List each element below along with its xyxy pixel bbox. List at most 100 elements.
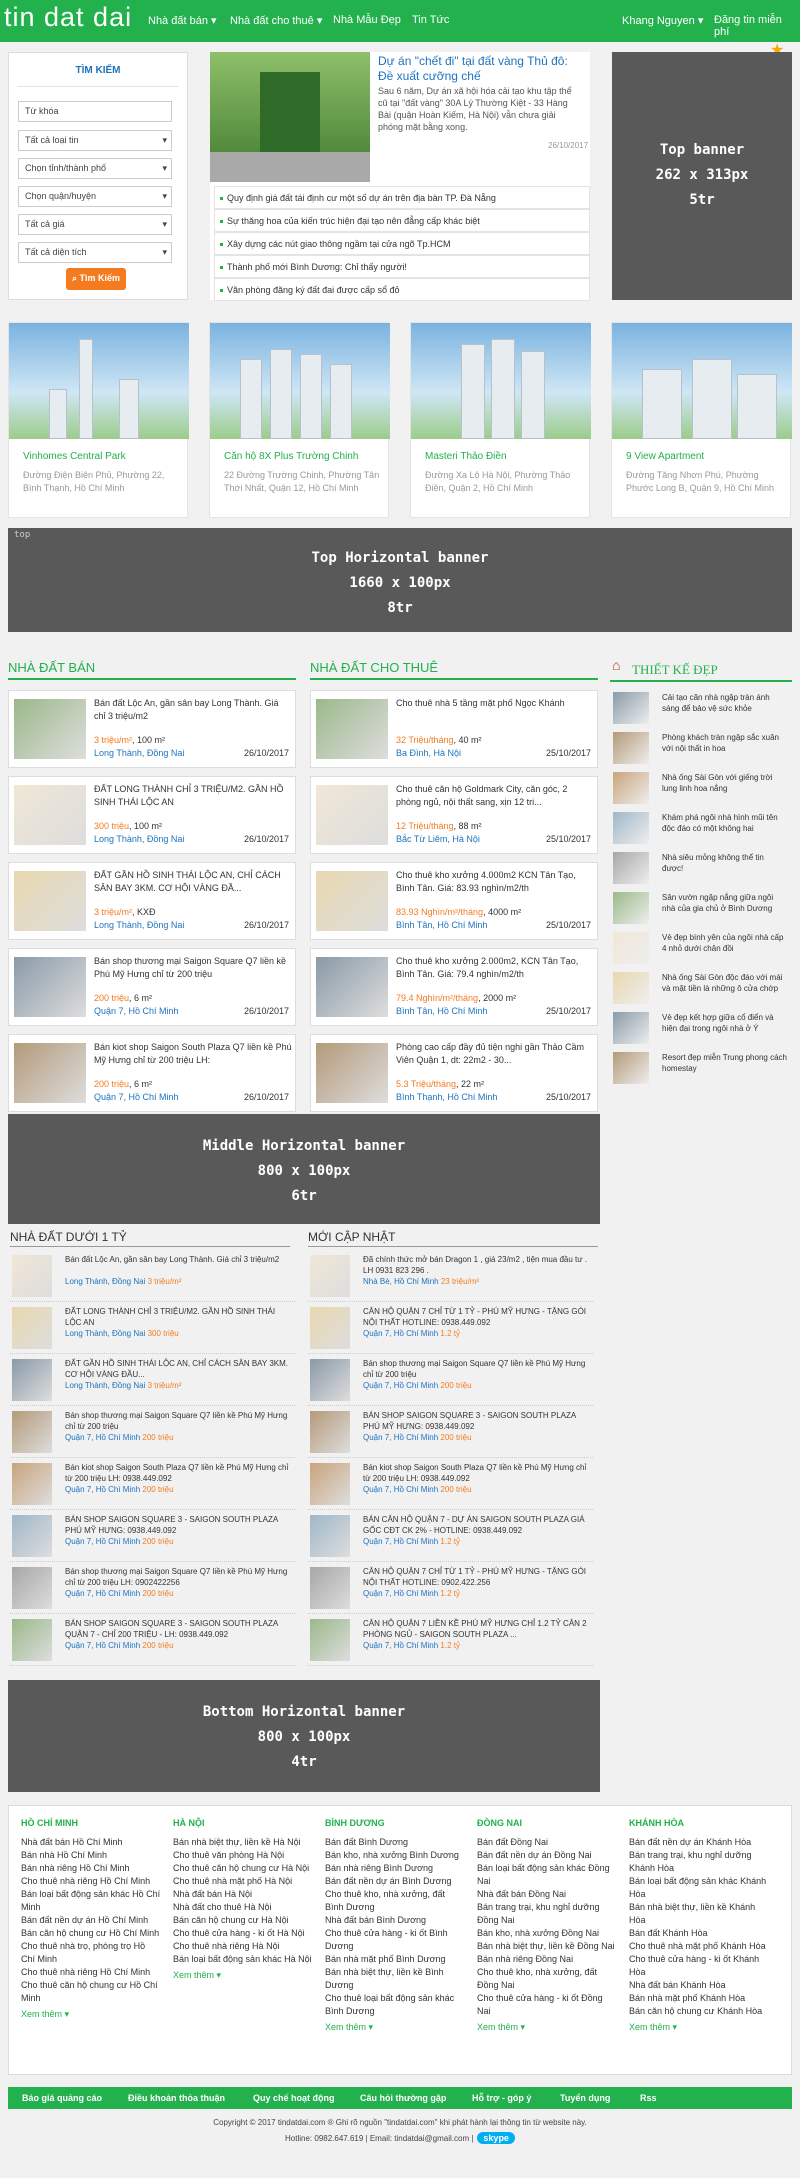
design-title[interactable]: Nhà siêu mỏng không thể tin được! xyxy=(662,852,787,874)
footer-link[interactable]: Bán căn hộ chung cư Hà Nội xyxy=(173,1914,313,1927)
list-item[interactable]: ĐẤT GẦN HỒ SINH THÁI LỘC AN, CHỈ CÁCH SÂ… xyxy=(10,1356,295,1406)
list-item[interactable]: Bán shop thương mại Saigon Square Q7 liề… xyxy=(10,1408,295,1458)
design-thumbnail[interactable] xyxy=(613,932,649,964)
footer-link[interactable]: Nhà đất cho thuê Hà Nội xyxy=(173,1901,313,1914)
footer-link[interactable]: Cho thuê loại bất động sản khác Bình Dươ… xyxy=(325,1992,465,2018)
province-select[interactable]: Chọn tỉnh/thành phố ▾ xyxy=(18,158,172,179)
middle-horizontal-banner[interactable]: Middle Horizontal banner 800 x 100px 6tr xyxy=(8,1114,600,1224)
listing-card[interactable]: Cho thuê kho xưởng 4.000m2 KCN Tân Tạo, … xyxy=(310,862,598,940)
list-title[interactable]: Bán kiot shop Saigon South Plaza Q7 liền… xyxy=(65,1462,290,1484)
list-item[interactable]: BÁN CĂN HỘ QUẬN 7 - DỰ ÁN SAIGON SOUTH P… xyxy=(308,1512,593,1562)
footer-link[interactable]: Cho thuê căn hộ chung cư Hà Nội xyxy=(173,1862,313,1875)
user-menu[interactable]: Khang Nguyen ▾ xyxy=(622,14,703,27)
footer-link[interactable]: Bán đất nền dự án Đồng Nai xyxy=(477,1849,617,1862)
list-title[interactable]: Đã chính thức mở bán Dragon 1 , giá 23/m… xyxy=(363,1254,588,1276)
post-free-button[interactable]: Đăng tin miễn phí xyxy=(714,14,800,38)
list-title[interactable]: CĂN HỘ QUẬN 7 CHỈ TỪ 1 TỶ - PHÚ MỸ HƯNG … xyxy=(363,1306,588,1328)
listing-title[interactable]: Cho thuê nhà 5 tầng mặt phố Ngọc Khánh xyxy=(396,697,594,710)
top-horizontal-banner[interactable]: top Top Horizontal banner 1660 x 100px 8… xyxy=(8,528,792,632)
list-item[interactable]: Bán đất Lộc An, gần sân bay Long Thành. … xyxy=(10,1252,295,1302)
footer-column-title[interactable]: ĐỒNG NAI xyxy=(477,1818,617,1828)
list-item[interactable]: CĂN HỘ QUẬN 7 LIỀN KỀ PHÚ MỸ HƯNG CHỈ 1.… xyxy=(308,1616,593,1666)
list-title[interactable]: CĂN HỘ QUẬN 7 CHỈ TỪ 1 TỶ - PHÚ MỸ HƯNG … xyxy=(363,1566,588,1588)
listing-thumbnail[interactable] xyxy=(316,871,388,931)
list-thumbnail[interactable] xyxy=(12,1515,52,1557)
list-title[interactable]: BÁN SHOP SAIGON SQUARE 3 - SAIGON SOUTH … xyxy=(363,1410,588,1432)
footer-link[interactable]: Cho thuê cửa hàng - ki ốt Đồng Nai xyxy=(477,1992,617,2018)
footer-link[interactable]: Bán loại bất động sản khác Hà Nội xyxy=(173,1953,313,1966)
list-title[interactable]: Bán shop thương mại Saigon Square Q7 liề… xyxy=(363,1358,588,1380)
footer-link[interactable]: Bán đất Bình Dương xyxy=(325,1836,465,1849)
footer-more-link[interactable]: Xem thêm ▾ xyxy=(21,2009,161,2020)
type-select[interactable]: Tất cả loại tin ▾ xyxy=(18,130,172,151)
list-thumbnail[interactable] xyxy=(12,1567,52,1609)
list-item[interactable]: CĂN HỘ QUẬN 7 CHỈ TỪ 1 TỶ - PHÚ MỸ HƯNG … xyxy=(308,1564,593,1614)
design-item[interactable]: Khám phá ngôi nhà hình mũi tên độc đáo c… xyxy=(610,810,790,850)
listing-card[interactable]: Bán đất Lộc An, gần sân bay Long Thành. … xyxy=(8,690,296,768)
footer-link[interactable]: Bán loại bất động sản khác Khánh Hòa xyxy=(629,1875,769,1901)
list-item[interactable]: BÁN SHOP SAIGON SQUARE 3 - SAIGON SOUTH … xyxy=(10,1512,295,1562)
news-link[interactable]: Quy định giá đất tái định cư một số dự á… xyxy=(214,186,590,209)
listing-thumbnail[interactable] xyxy=(14,699,86,759)
footer-column-title[interactable]: HÀ NỘI xyxy=(173,1818,313,1828)
top-banner[interactable]: Top banner 262 x 313px 5tr xyxy=(612,52,792,300)
bottom-nav-item[interactable]: Câu hỏi thường gặp xyxy=(360,2093,446,2103)
design-item[interactable]: Vẻ đẹp kết hợp giữa cổ điển và hiện đại … xyxy=(610,1010,790,1050)
bottom-nav-item[interactable]: Quy chế hoạt động xyxy=(253,2093,335,2103)
list-title[interactable]: BÁN CĂN HỘ QUẬN 7 - DỰ ÁN SAIGON SOUTH P… xyxy=(363,1514,588,1536)
news-link[interactable]: Văn phòng đăng ký đất đai được cấp sổ đỏ xyxy=(214,278,590,301)
design-item[interactable]: Cải tạo căn nhà ngập tràn ánh sáng để bả… xyxy=(610,690,790,730)
footer-link[interactable]: Bán căn hộ chung cư Khánh Hòa xyxy=(629,2005,769,2018)
footer-link[interactable]: Cho thuê cửa hàng - ki ốt Bình Dương xyxy=(325,1927,465,1953)
search-button[interactable]: ⌕ Tìm Kiếm xyxy=(66,268,126,290)
section-title-new[interactable]: MỚI CẬP NHẬT xyxy=(308,1230,395,1244)
footer-more-link[interactable]: Xem thêm ▾ xyxy=(173,1970,313,1981)
list-thumbnail[interactable] xyxy=(12,1307,52,1349)
footer-more-link[interactable]: Xem thêm ▾ xyxy=(629,2022,769,2033)
design-title[interactable]: Resort đẹp miễn Trung phong cách homesta… xyxy=(662,1052,787,1074)
list-title[interactable]: ĐẤT LONG THÀNH CHỈ 3 TRIỆU/M2. GẦN HỒ SI… xyxy=(65,1306,290,1328)
listing-thumbnail[interactable] xyxy=(14,1043,86,1103)
list-thumbnail[interactable] xyxy=(310,1515,350,1557)
list-thumbnail[interactable] xyxy=(310,1411,350,1453)
list-title[interactable]: Bán shop thương mại Saigon Square Q7 liề… xyxy=(65,1566,290,1588)
footer-more-link[interactable]: Xem thêm ▾ xyxy=(477,2022,617,2033)
listing-title[interactable]: ĐẤT GẦN HỒ SINH THÁI LỘC AN, CHỈ CÁCH SÂ… xyxy=(94,869,292,895)
section-title-design[interactable]: THIẾT KẾ ĐẸP xyxy=(632,662,718,678)
footer-link[interactable]: Cho thuê nhà mặt phố Hà Nội xyxy=(173,1875,313,1888)
design-title[interactable]: Nhà ống Sài Gòn với giếng trời lung linh… xyxy=(662,772,787,794)
design-title[interactable]: Sân vườn ngập nắng giữa ngôi nhà của gia… xyxy=(662,892,787,914)
listing-card[interactable]: Cho thuê nhà 5 tầng mặt phố Ngọc Khánh 32… xyxy=(310,690,598,768)
list-title[interactable]: BÁN SHOP SAIGON SQUARE 3 - SAIGON SOUTH … xyxy=(65,1618,290,1640)
bottom-nav-item[interactable]: Điều khoản thỏa thuận xyxy=(128,2093,225,2103)
footer-link[interactable]: Bán căn hộ chung cư Hồ Chí Minh xyxy=(21,1927,161,1940)
list-title[interactable]: Bán đất Lộc An, gần sân bay Long Thành. … xyxy=(65,1254,290,1265)
footer-link[interactable]: Bán loại bất động sản khác Hồ Chí Minh xyxy=(21,1888,161,1914)
listing-title[interactable]: Cho thuê kho xưởng 2.000m2, KCN Tân Tạo,… xyxy=(396,955,594,981)
listing-thumbnail[interactable] xyxy=(14,871,86,931)
footer-link[interactable]: Bán loại bất động sản khác Đồng Nai xyxy=(477,1862,617,1888)
list-thumbnail[interactable] xyxy=(12,1411,52,1453)
design-thumbnail[interactable] xyxy=(613,1052,649,1084)
listing-title[interactable]: Phòng cao cấp đầy đủ tiện nghi gần Thảo … xyxy=(396,1041,594,1067)
footer-link[interactable]: Bán nhà biệt thự, liền kề Hà Nội xyxy=(173,1836,313,1849)
footer-link[interactable]: Bán nhà mặt phố Bình Dương xyxy=(325,1953,465,1966)
footer-link[interactable]: Bán nhà biệt thự, liền kề Bình Dương xyxy=(325,1966,465,1992)
area-select[interactable]: Tất cả diện tích ▾ xyxy=(18,242,172,263)
footer-link[interactable]: Cho thuê căn hộ chung cư Hồ Chí Minh xyxy=(21,1979,161,2005)
bottom-horizontal-banner[interactable]: Bottom Horizontal banner 800 x 100px 4tr xyxy=(8,1680,600,1792)
list-thumbnail[interactable] xyxy=(310,1619,350,1661)
footer-link[interactable]: Cho thuê cửa hàng - ki ốt Hà Nội xyxy=(173,1927,313,1940)
keyword-input[interactable]: Từ khóa xyxy=(18,101,172,122)
list-thumbnail[interactable] xyxy=(12,1359,52,1401)
footer-link[interactable]: Nhà đất bán Bình Dương xyxy=(325,1914,465,1927)
listing-thumbnail[interactable] xyxy=(14,785,86,845)
listing-card[interactable]: Phòng cao cấp đầy đủ tiện nghi gần Thảo … xyxy=(310,1034,598,1112)
list-thumbnail[interactable] xyxy=(12,1619,52,1661)
list-title[interactable]: BÁN SHOP SAIGON SQUARE 3 - SAIGON SOUTH … xyxy=(65,1514,290,1536)
news-link[interactable]: Thành phố mới Bình Dương: Chỉ thấy người… xyxy=(214,255,590,278)
menu-nha-dat-cho-thue[interactable]: Nhà đất cho thuê ▾ xyxy=(230,14,322,27)
menu-nha-dat-ban[interactable]: Nhà đất bán ▾ xyxy=(148,14,217,27)
bottom-nav-item[interactable]: Tuyển dụng xyxy=(560,2093,610,2103)
footer-column-title[interactable]: BÌNH DƯƠNG xyxy=(325,1818,465,1828)
